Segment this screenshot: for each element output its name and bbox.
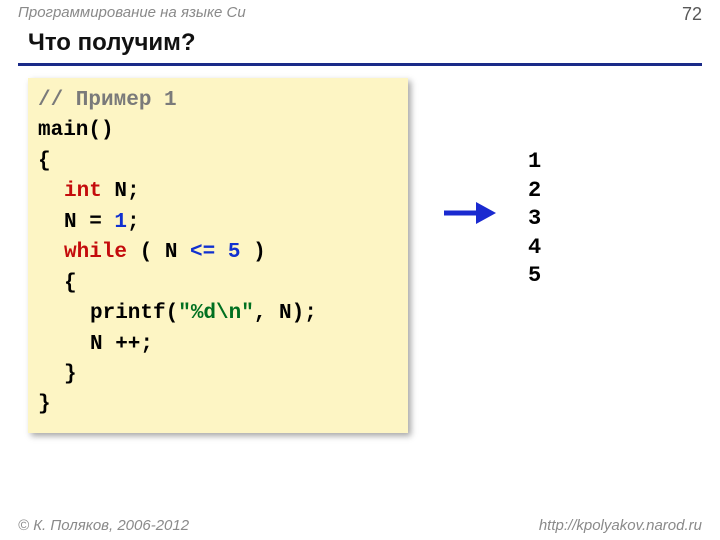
keyword-int: int bbox=[64, 180, 102, 203]
code-line: printf("%d\n", N); bbox=[38, 299, 398, 329]
arrow-right-icon bbox=[440, 198, 496, 228]
header: Программирование на языке Си 72 bbox=[0, 0, 720, 25]
code-line: N ++; bbox=[38, 330, 398, 360]
code-line: { bbox=[38, 147, 398, 177]
footer: © К. Поляков, 2006-2012 http://kpolyakov… bbox=[18, 517, 702, 534]
code-line: while ( N <= 5 ) bbox=[38, 238, 398, 268]
code-box: // Пример 1 main() { int N; N = 1; while… bbox=[28, 78, 408, 433]
code-line: { bbox=[38, 269, 398, 299]
keyword-while: while bbox=[64, 241, 127, 264]
arrow-column bbox=[408, 78, 528, 228]
literal-one: 1 bbox=[114, 211, 127, 234]
slide-title: Что получим? bbox=[0, 25, 720, 59]
code-line: main() bbox=[38, 116, 398, 146]
header-subject: Программирование на языке Си bbox=[18, 4, 246, 25]
string-literal: "%d\n" bbox=[178, 302, 254, 325]
page-number: 72 bbox=[682, 4, 702, 25]
footer-url: http://kpolyakov.narod.ru bbox=[539, 517, 702, 534]
content-area: // Пример 1 main() { int N; N = 1; while… bbox=[0, 66, 720, 433]
code-line: } bbox=[38, 360, 398, 390]
footer-copyright: © К. Поляков, 2006-2012 bbox=[18, 517, 189, 534]
program-output: 1 2 3 4 5 bbox=[528, 78, 541, 291]
literal-five: 5 bbox=[228, 241, 241, 264]
operator-leq: <= bbox=[190, 241, 215, 264]
code-line: } bbox=[38, 390, 398, 420]
code-line: N = 1; bbox=[38, 208, 398, 238]
code-comment: // Пример 1 bbox=[38, 86, 398, 116]
code-line: int N; bbox=[38, 177, 398, 207]
slide: Программирование на языке Си 72 Что полу… bbox=[0, 0, 720, 540]
